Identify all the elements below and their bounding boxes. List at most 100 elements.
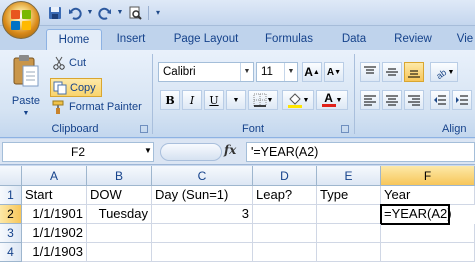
cell-b4[interactable]: [87, 243, 152, 262]
orientation-button[interactable]: ab ▼: [430, 62, 458, 82]
column-header-c[interactable]: C: [152, 166, 253, 186]
font-size-dropdown-icon[interactable]: ▼: [284, 63, 297, 81]
select-all-corner[interactable]: [0, 166, 22, 186]
row-header-3[interactable]: 3: [0, 224, 22, 243]
alignment-group-label: Align: [442, 123, 467, 135]
top-align-button[interactable]: [360, 62, 380, 82]
name-box-dropdown-icon[interactable]: ▼: [144, 146, 152, 155]
formula-input[interactable]: '=YEAR(A2): [246, 142, 475, 162]
customize-qat-icon[interactable]: ▾: [153, 4, 163, 22]
cut-button[interactable]: Cut: [52, 56, 86, 70]
cell-e4[interactable]: [317, 243, 381, 262]
tab-data[interactable]: Data: [332, 29, 376, 50]
align-center-icon: [386, 95, 398, 106]
tab-insert[interactable]: Insert: [106, 29, 156, 50]
cell-c1[interactable]: Day (Sun=1): [152, 186, 253, 205]
italic-button[interactable]: I: [182, 90, 202, 110]
underline-dropdown-icon[interactable]: ▼: [226, 90, 246, 110]
cell-f4[interactable]: [381, 243, 475, 262]
cell-f1[interactable]: Year: [381, 186, 475, 205]
undo-dropdown-icon[interactable]: ▼: [86, 4, 94, 22]
decrease-indent-button[interactable]: [430, 90, 450, 110]
cell-d1[interactable]: Leap?: [253, 186, 317, 205]
fx-icon[interactable]: fx: [224, 143, 236, 157]
cell-f3[interactable]: [381, 224, 475, 243]
ribbon-home: Paste ▼ Cut Copy Format Painter Clipboar…: [0, 50, 475, 138]
align-center-button[interactable]: [382, 90, 402, 110]
tab-page-layout[interactable]: Page Layout: [164, 29, 248, 50]
copy-button[interactable]: Copy: [50, 78, 102, 97]
tab-review[interactable]: Review: [384, 29, 442, 50]
decrease-indent-icon: [434, 95, 446, 105]
cell-b3[interactable]: [87, 224, 152, 243]
align-left-button[interactable]: [360, 90, 380, 110]
increase-indent-button[interactable]: [452, 90, 472, 110]
undo-icon[interactable]: [66, 4, 84, 22]
cell-c4[interactable]: [152, 243, 253, 262]
cell-e2[interactable]: [317, 205, 381, 224]
column-header-f[interactable]: F: [381, 166, 475, 186]
cell-c3[interactable]: [152, 224, 253, 243]
paste-label: Paste: [11, 95, 41, 107]
print-preview-icon[interactable]: [126, 4, 144, 22]
svg-text:ab: ab: [434, 67, 448, 79]
align-right-icon: [408, 95, 420, 106]
scissors-icon: [52, 56, 66, 70]
column-header-e[interactable]: E: [317, 166, 381, 186]
tab-formulas[interactable]: Formulas: [255, 29, 323, 50]
cell-a3[interactable]: 1/1/1902: [22, 224, 87, 243]
save-icon[interactable]: [46, 4, 64, 22]
cell-d2[interactable]: [253, 205, 317, 224]
cell-a4[interactable]: 1/1/1903: [22, 243, 87, 262]
cell-b2[interactable]: Tuesday: [87, 205, 152, 224]
underline-button[interactable]: U: [204, 90, 224, 110]
qat-separator: [148, 5, 149, 20]
grow-font-button[interactable]: A ▲: [302, 62, 322, 82]
font-size-combo[interactable]: 11 ▼: [256, 62, 298, 82]
cell-e3[interactable]: [317, 224, 381, 243]
office-logo-icon: [11, 10, 31, 30]
align-right-button[interactable]: [404, 90, 424, 110]
tab-home[interactable]: Home: [46, 29, 102, 50]
borders-button[interactable]: ▼: [248, 90, 278, 110]
office-button[interactable]: [2, 1, 40, 39]
name-box[interactable]: F2: [2, 142, 154, 162]
cell-d4[interactable]: [253, 243, 317, 262]
font-color-button[interactable]: A ▼: [316, 90, 348, 110]
font-name-dropdown-icon[interactable]: ▼: [240, 63, 253, 81]
format-painter-button[interactable]: Format Painter: [52, 100, 142, 114]
formula-bar-grip-icon[interactable]: [160, 143, 222, 161]
redo-dropdown-icon[interactable]: ▼: [116, 4, 124, 22]
cell-c2[interactable]: 3: [152, 205, 253, 224]
worksheet-grid[interactable]: A B C D E F 1 2 3 4 Start DOW Day (Sun=1…: [0, 166, 475, 262]
shrink-font-button[interactable]: A ▼: [324, 62, 344, 82]
cell-a1[interactable]: Start: [22, 186, 87, 205]
row-header-1[interactable]: 1: [0, 186, 22, 205]
column-header-d[interactable]: D: [253, 166, 317, 186]
tab-view[interactable]: Vie: [450, 29, 475, 50]
row-header-2[interactable]: 2: [0, 205, 22, 224]
font-dialog-launcher-icon[interactable]: [341, 125, 349, 133]
cell-b1[interactable]: DOW: [87, 186, 152, 205]
cut-label: Cut: [69, 57, 87, 69]
middle-align-button[interactable]: [382, 62, 402, 82]
formula-text: '=YEAR(A2): [251, 145, 319, 159]
font-name-combo[interactable]: Calibri ▼: [158, 62, 254, 82]
column-header-b[interactable]: B: [87, 166, 152, 186]
cell-a2[interactable]: 1/1/1901: [22, 205, 87, 224]
ribbon-tab-strip: Home Insert Page Layout Formulas Data Re…: [0, 26, 475, 50]
row-header-4[interactable]: 4: [0, 243, 22, 262]
fill-color-button[interactable]: ▼: [282, 90, 314, 110]
format-painter-label: Format Painter: [69, 101, 142, 113]
paste-button[interactable]: Paste ▼: [8, 54, 44, 118]
bold-button[interactable]: B: [160, 90, 180, 110]
cell-e1[interactable]: Type: [317, 186, 381, 205]
redo-icon[interactable]: [96, 4, 114, 22]
cell-d3[interactable]: [253, 224, 317, 243]
quick-access-toolbar: ▼ ▼ ▾: [46, 3, 163, 22]
bottom-align-button[interactable]: [404, 62, 424, 82]
clipboard-dialog-launcher-icon[interactable]: [140, 125, 148, 133]
font-color-icon: A: [321, 92, 336, 107]
column-header-a[interactable]: A: [22, 166, 87, 186]
cell-f2[interactable]: =YEAR(A2): [380, 204, 452, 225]
